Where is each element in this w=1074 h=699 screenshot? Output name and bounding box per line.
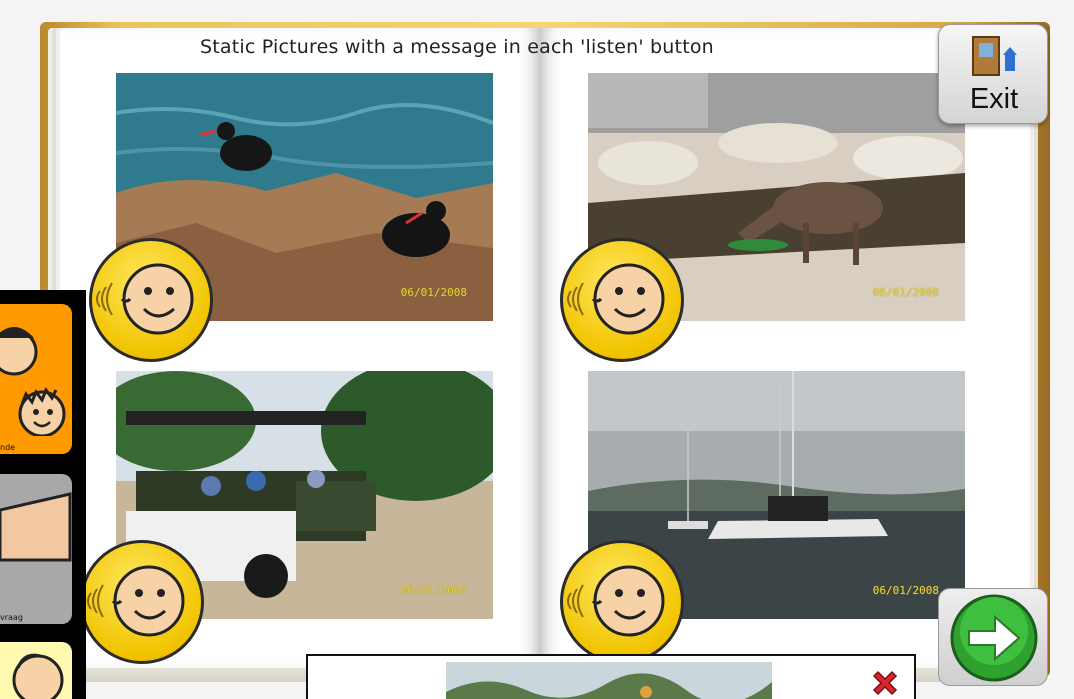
side-tile[interactable] [0, 642, 72, 699]
activity-screen: Static Pictures with a message in each '… [0, 0, 1074, 699]
exit-button[interactable]: Exit [938, 24, 1048, 124]
question-card-icon [0, 492, 72, 562]
photo-date: 06/01/2008 [400, 286, 467, 299]
exit-label: Exit [969, 83, 1019, 115]
side-symbol-panel: nde vraag [0, 290, 86, 699]
photo-date: 06/01/2008 [400, 584, 467, 597]
speaking-face-icon [567, 565, 665, 637]
side-tile-label: vraag [0, 613, 23, 622]
speaking-face-icon [96, 263, 194, 335]
side-tile[interactable]: vraag [0, 474, 72, 624]
side-tile-label: nde [0, 443, 16, 452]
photo-date: 06/01/2008 [872, 286, 939, 299]
close-popup-button[interactable] [870, 668, 900, 698]
red-x-icon [872, 670, 898, 696]
listen-button[interactable] [89, 238, 213, 362]
listen-button[interactable] [80, 540, 204, 664]
listen-button[interactable] [560, 238, 684, 362]
popup-photo [446, 662, 772, 699]
door-exit-icon [972, 36, 1017, 76]
next-page-button[interactable] [938, 588, 1048, 686]
photo-date: 06/01/2008 [872, 584, 939, 597]
image-popup [306, 654, 916, 699]
side-tile[interactable]: nde [0, 304, 72, 454]
speaking-face-icon [87, 565, 185, 637]
listen-button[interactable] [560, 540, 684, 664]
children-icon [0, 327, 66, 436]
page-title: Static Pictures with a message in each '… [200, 36, 714, 58]
face-icon [12, 653, 64, 699]
speaking-face-icon [567, 263, 665, 335]
green-arrow-right-icon [950, 594, 1038, 682]
